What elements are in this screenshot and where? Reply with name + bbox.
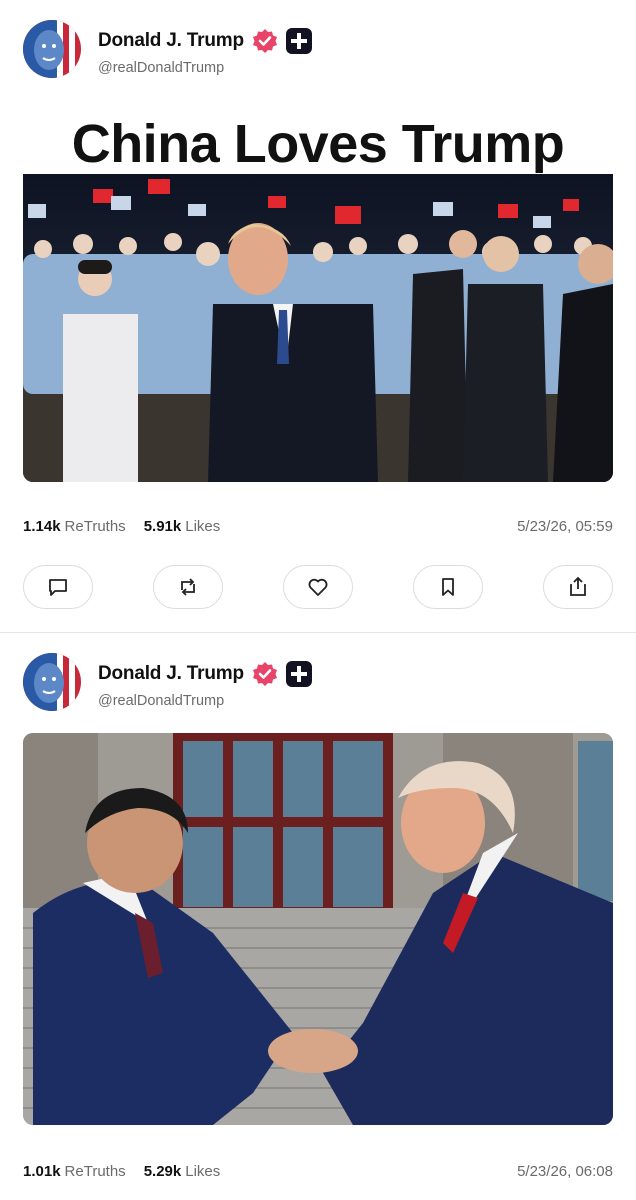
reply-button[interactable]	[23, 565, 93, 609]
bookmark-button[interactable]	[413, 565, 483, 609]
author-handle[interactable]: @realDonaldTrump	[98, 60, 224, 76]
post-header: Donald J. Trump @realDonaldTrump	[23, 653, 613, 711]
author-name[interactable]: Donald J. Trump	[98, 663, 244, 685]
post-stats: 1.14k ReTruths 5.91k Likes 5/23/26, 05:5…	[23, 515, 613, 537]
bookmark-icon	[442, 578, 454, 596]
share-icon	[570, 576, 586, 596]
likes-count[interactable]: 5.29k	[144, 1163, 182, 1180]
share-button[interactable]	[543, 565, 613, 609]
author-handle[interactable]: @realDonaldTrump	[98, 693, 224, 709]
retruths-label[interactable]: ReTruths	[65, 1163, 126, 1180]
post-card[interactable]: Donald J. Trump @realDonaldTrump China L…	[0, 0, 636, 632]
image-headline: China Loves Trump	[71, 114, 565, 174]
handshake-photo	[23, 733, 613, 1125]
like-button[interactable]	[283, 565, 353, 609]
likes-count[interactable]: 5.91k	[144, 518, 182, 535]
post-timestamp[interactable]: 5/23/26, 06:08	[517, 1163, 613, 1180]
avatar[interactable]	[23, 20, 81, 78]
avatar[interactable]	[23, 653, 81, 711]
retruth-icon	[181, 578, 195, 596]
post-timestamp[interactable]: 5/23/26, 05:59	[517, 518, 613, 535]
author-name[interactable]: Donald J. Trump	[98, 30, 244, 52]
verified-badge-icon	[252, 661, 278, 687]
post-image[interactable]: China Loves Trump	[23, 104, 613, 482]
post-stats: 1.01k ReTruths 5.29k Likes 5/23/26, 06:0…	[23, 1160, 613, 1182]
retruths-label[interactable]: ReTruths	[65, 518, 126, 535]
post-image[interactable]	[23, 733, 613, 1125]
likes-label[interactable]: Likes	[185, 518, 220, 535]
rally-photo	[23, 174, 613, 482]
post-actions	[23, 565, 613, 609]
heart-icon	[308, 578, 328, 596]
post-header: Donald J. Trump @realDonaldTrump	[23, 20, 613, 78]
retruth-button[interactable]	[153, 565, 223, 609]
post-card[interactable]: Donald J. Trump @realDonaldTrump 1.01k R…	[0, 633, 636, 1200]
plus-badge-icon	[285, 28, 312, 54]
plus-badge-icon	[285, 661, 312, 687]
retruths-count[interactable]: 1.14k	[23, 518, 61, 535]
likes-label[interactable]: Likes	[185, 1163, 220, 1180]
comment-icon	[49, 579, 67, 596]
verified-badge-icon	[252, 28, 278, 54]
retruths-count[interactable]: 1.01k	[23, 1163, 61, 1180]
